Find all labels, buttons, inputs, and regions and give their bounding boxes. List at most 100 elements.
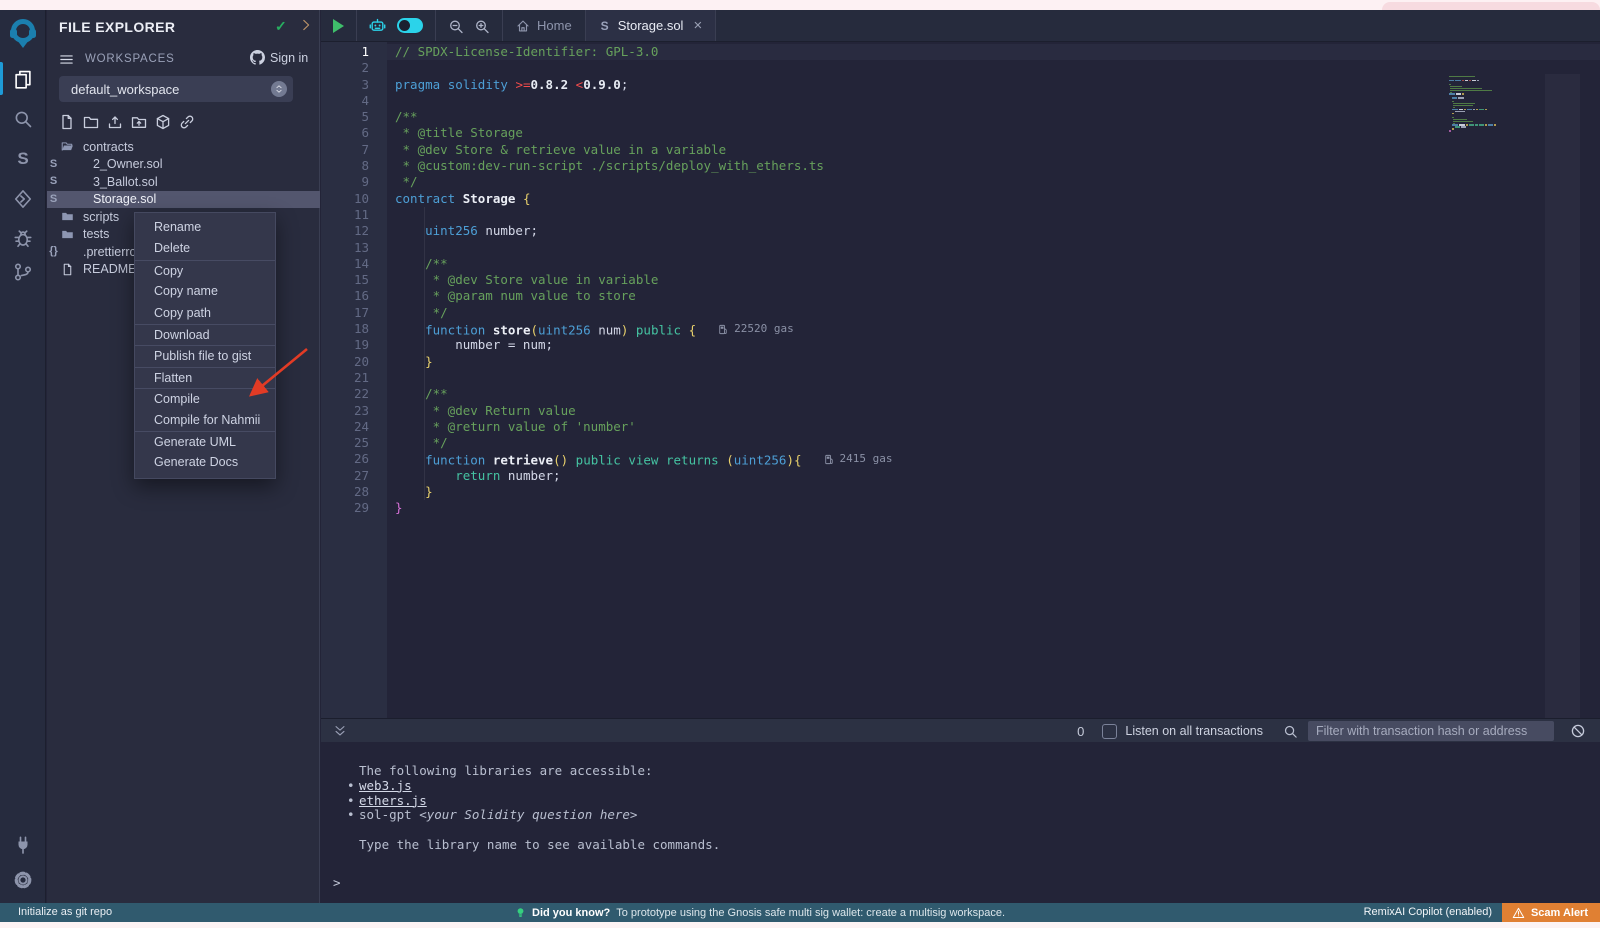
menu-item-copy[interactable]: Copy: [135, 260, 275, 281]
code-line: pragma solidity >=0.8.2 <0.9.0;: [395, 77, 892, 93]
library-link[interactable]: web3.js: [359, 778, 412, 793]
line-number: 29: [321, 500, 379, 516]
tab-home[interactable]: Home: [503, 10, 586, 41]
sidebar-item-settings[interactable]: [8, 865, 38, 895]
transaction-filter-input[interactable]: [1308, 721, 1554, 741]
ai-copilot-group: [357, 10, 436, 41]
run-script-button[interactable]: [321, 10, 357, 41]
load-from-ipfs-button[interactable]: [155, 114, 172, 132]
upload-folder-button[interactable]: [131, 114, 148, 132]
sidebar-item-deploy-run[interactable]: [8, 184, 38, 214]
close-tab-icon[interactable]: ×: [693, 17, 702, 34]
remix-logo-icon[interactable]: [5, 15, 41, 51]
menu-item-flatten[interactable]: Flatten: [135, 367, 275, 388]
file-label: Storage.sol: [93, 192, 156, 206]
tree-item-storage-sol[interactable]: SStorage.sol: [47, 191, 320, 209]
panel-expand-chevron-icon[interactable]: [299, 18, 313, 32]
did-you-know-tip: Did you know? To prototype using the Gno…: [515, 903, 1005, 922]
play-icon: [333, 19, 344, 33]
tree-item-contracts[interactable]: contracts: [47, 138, 320, 156]
sidebar-item-file-explorer[interactable]: [8, 64, 38, 94]
file-label: scripts: [83, 210, 119, 224]
code-line: */: [395, 435, 892, 451]
code-line: * @return value of 'number': [395, 419, 892, 435]
upload-folder-icon: [131, 114, 147, 130]
browser-tab-shape: [1382, 2, 1600, 10]
sidebar-item-git[interactable]: [8, 257, 38, 287]
menu-item-copy-path[interactable]: Copy path: [135, 303, 275, 324]
upload-file-button[interactable]: [107, 114, 124, 132]
code-line: /**: [395, 386, 892, 402]
menu-item-generate-uml[interactable]: Generate UML: [135, 431, 275, 452]
editor-scrollbar[interactable]: [1545, 74, 1580, 728]
git-icon: [13, 262, 33, 282]
line-number: 11: [321, 207, 379, 223]
tree-item-2-owner-sol[interactable]: S2_Owner.sol: [47, 156, 320, 174]
files-icon: [13, 69, 33, 89]
file-label: contracts: [83, 140, 134, 154]
copilot-toggle[interactable]: [397, 18, 423, 33]
code-editor[interactable]: 1234567891011121314151617181920212223242…: [321, 42, 1600, 728]
terminal-expand-icon[interactable]: [333, 724, 347, 738]
terminal-lines: The following libraries are accessible:•…: [359, 764, 720, 853]
copilot-status[interactable]: RemixAI Copilot (enabled): [1364, 906, 1492, 918]
home-icon: [516, 19, 530, 33]
line-number: 3: [321, 77, 379, 93]
workspace-name: default_workspace: [71, 82, 179, 97]
ai-robot-icon[interactable]: [369, 17, 387, 35]
menu-item-compile[interactable]: Compile: [135, 388, 275, 409]
tip-text: To prototype using the Gnosis safe multi…: [616, 907, 1005, 919]
scam-alert-badge[interactable]: Scam Alert: [1502, 903, 1600, 922]
line-number: 26: [321, 451, 379, 467]
menu-item-copy-name[interactable]: Copy name: [135, 281, 275, 302]
zoom-in-icon[interactable]: [474, 18, 490, 34]
line-number: 1: [321, 44, 379, 60]
terminal-search-icon[interactable]: [1283, 724, 1298, 739]
new-folder-button[interactable]: [83, 114, 100, 132]
code-line: return number;: [395, 468, 892, 484]
gas-icon: [718, 324, 729, 335]
menu-item-generate-docs[interactable]: Generate Docs: [135, 452, 275, 473]
terminal-bar: 0 Listen on all transactions: [321, 718, 1600, 742]
code-lines: // SPDX-License-Identifier: GPL-3.0pragm…: [395, 44, 892, 517]
folder-open-icon: [61, 140, 74, 153]
workspace-select[interactable]: default_workspace: [59, 76, 293, 102]
sign-in-button[interactable]: Sign in: [250, 50, 308, 65]
load-from-url-button[interactable]: [179, 114, 196, 132]
zoom-out-icon[interactable]: [448, 18, 464, 34]
minimap[interactable]: [1449, 76, 1522, 132]
sidebar-item-debugger[interactable]: [8, 223, 38, 253]
workspaces-menu-icon[interactable]: [59, 52, 74, 67]
library-link[interactable]: ethers.js: [359, 793, 427, 808]
git-init-button[interactable]: Initialize as git repo: [18, 906, 112, 918]
code-line: */: [395, 174, 892, 190]
clear-terminal-icon[interactable]: [1570, 723, 1586, 739]
line-number: 13: [321, 240, 379, 256]
folder-icon: [61, 210, 74, 223]
solidity-icon: S: [47, 175, 60, 188]
line-number: 5: [321, 109, 379, 125]
sidebar-item-plugin-manager[interactable]: [8, 830, 38, 860]
terminal-output[interactable]: The following libraries are accessible:•…: [321, 742, 1600, 903]
new-file-button[interactable]: [59, 114, 76, 132]
menu-item-publish-file-to-gist[interactable]: Publish file to gist: [135, 345, 275, 366]
line-number: 6: [321, 125, 379, 141]
listen-transactions-checkbox[interactable]: [1102, 724, 1117, 739]
sidebar-item-solidity-compiler[interactable]: S: [8, 144, 38, 174]
menu-item-download[interactable]: Download: [135, 324, 275, 345]
sidebar-item-search[interactable]: [8, 104, 38, 134]
editor-toolbar: Home S Storage.sol ×: [321, 10, 1600, 42]
browser-top-strip: [0, 0, 1600, 10]
code-line: * @custom:dev-run-script ./scripts/deplo…: [395, 158, 892, 174]
terminal-line: •web3.js: [359, 779, 720, 794]
menu-item-compile-for-nahmii[interactable]: Compile for Nahmii: [135, 410, 275, 431]
github-icon: [250, 50, 265, 65]
line-number: 10: [321, 191, 379, 207]
panel-title: FILE EXPLORER: [59, 19, 175, 35]
tab-storage-sol[interactable]: S Storage.sol ×: [586, 10, 717, 41]
menu-item-delete[interactable]: Delete: [135, 238, 275, 259]
tree-item-3-ballot-sol[interactable]: S3_Ballot.sol: [47, 173, 320, 191]
menu-item-rename[interactable]: Rename: [135, 217, 275, 238]
solidity-icon: S: [13, 149, 33, 169]
terminal-prompt[interactable]: >: [333, 876, 341, 891]
